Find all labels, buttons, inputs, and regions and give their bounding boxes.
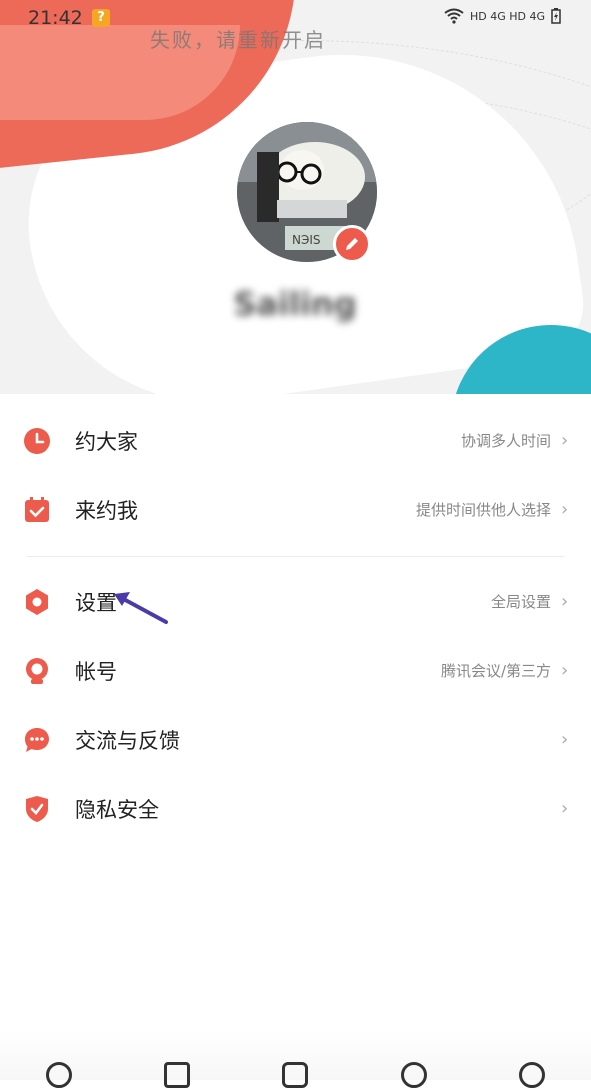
settings-icon — [22, 587, 52, 617]
menu-item-privacy[interactable]: 隐私安全 › — [0, 774, 591, 843]
menu-item-label: 隐私安全 — [75, 797, 159, 822]
tab-bag-icon[interactable] — [282, 1062, 309, 1088]
chevron-right-icon: › — [561, 499, 569, 520]
menu-item-subtitle: 腾讯会议/第三方 — [440, 662, 551, 680]
tab-alarm-icon[interactable] — [46, 1062, 73, 1088]
status-time: 21:42 — [28, 7, 83, 29]
shield-icon — [22, 794, 52, 824]
battery-icon — [551, 8, 561, 24]
account-icon — [22, 656, 52, 686]
menu-item-feedback[interactable]: 交流与反馈 › — [0, 705, 591, 774]
annotation-arrow-icon — [114, 592, 168, 624]
chevron-right-icon: › — [561, 591, 569, 612]
chat-icon — [22, 725, 52, 755]
tab-profile-icon[interactable] — [518, 1062, 545, 1088]
status-bar: 21:42 ? HD 4G HD 4G — [0, 0, 591, 36]
status-icons: HD 4G HD 4G — [444, 8, 561, 24]
chevron-right-icon: › — [561, 660, 569, 681]
tab-chat-icon[interactable] — [400, 1062, 427, 1088]
menu-item-account[interactable]: 帐号 腾讯会议/第三方 › — [0, 636, 591, 705]
wifi-icon — [444, 8, 464, 24]
menu-item-invite-me[interactable]: 来约我 提供时间供他人选择 › — [0, 475, 591, 544]
svg-text:NЭIS: NЭIS — [292, 233, 321, 247]
menu-item-label: 约大家 — [75, 429, 138, 454]
menu-list: 约大家 协调多人时间 › 来约我 提供时间供他人选择 › 设置 全局设置 › 帐… — [0, 406, 591, 843]
menu-item-subtitle: 协调多人时间 — [460, 432, 551, 450]
menu-item-invite-everyone[interactable]: 约大家 协调多人时间 › — [0, 406, 591, 475]
tab-calendar-icon[interactable] — [164, 1062, 191, 1088]
menu-divider — [27, 556, 564, 557]
notification-icon: ? — [92, 9, 110, 27]
menu-item-label: 来约我 — [75, 498, 138, 523]
menu-item-subtitle: 全局设置 — [490, 593, 551, 611]
chevron-right-icon: › — [561, 430, 569, 451]
menu-item-label: 帐号 — [75, 659, 117, 684]
chevron-right-icon: › — [561, 798, 569, 819]
menu-item-subtitle: 提供时间供他人选择 — [415, 501, 551, 519]
edit-avatar-button[interactable] — [333, 225, 371, 263]
network-indicator: HD 4G HD 4G — [469, 9, 545, 23]
pencil-icon — [346, 238, 358, 250]
calendar-check-icon — [22, 495, 52, 525]
username: Sailing — [233, 285, 357, 323]
clock-icon — [22, 426, 52, 456]
chevron-right-icon: › — [561, 729, 569, 750]
bottom-tab-bar — [0, 1062, 591, 1088]
menu-item-label: 交流与反馈 — [75, 728, 180, 753]
menu-item-settings[interactable]: 设置 全局设置 › — [0, 567, 591, 636]
